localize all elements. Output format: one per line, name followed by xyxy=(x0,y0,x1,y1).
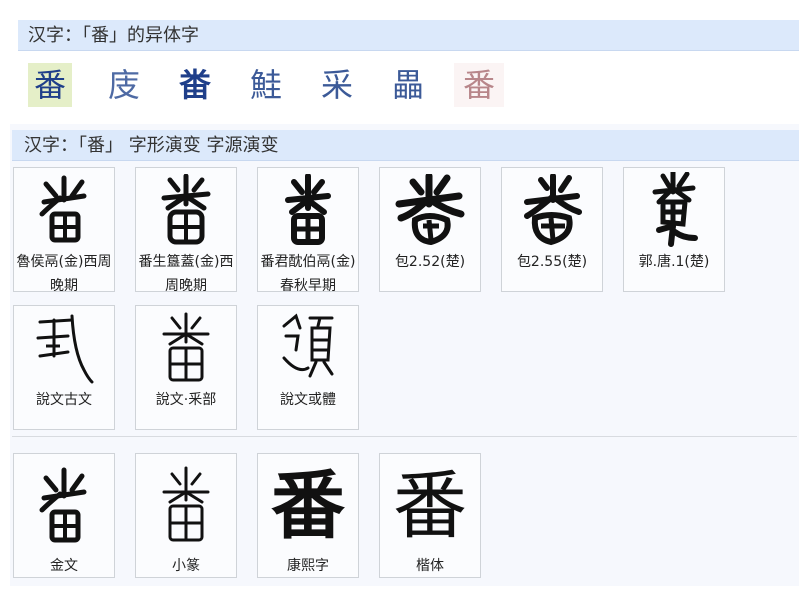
chu-bamboo-glyph-icon xyxy=(624,172,724,248)
glyph-card-label: 包2.55(楚) xyxy=(516,254,588,270)
glyph-card-label: 郭.唐.1(楚) xyxy=(638,254,710,270)
variant-list: 番 庋 畨 鮭 采 畾 番 xyxy=(28,62,525,108)
small-seal-glyph-icon xyxy=(136,460,236,552)
bronze-inscription-glyph-icon xyxy=(136,172,236,248)
glyph-card-label: 說文或體 xyxy=(280,392,336,408)
shuowen-ancient-glyph-icon xyxy=(14,310,114,386)
glyph-card[interactable]: 郭.唐.1(楚) xyxy=(623,167,725,292)
shuowen-variant-glyph-icon xyxy=(258,310,358,386)
glyph-card[interactable]: 說文古文 xyxy=(13,305,115,430)
glyph-card[interactable]: 包2.52(楚) xyxy=(379,167,481,292)
glyph-card[interactable]: 番生簋蓋(金)西周晚期 xyxy=(135,167,237,292)
evolution-row-scripts: 金文 小篆 番 康熙字 番 楷体 xyxy=(13,453,501,578)
variants-panel: 汉字：「番」的异体字 番 庋 畨 鮭 采 畾 番 xyxy=(10,10,799,118)
glyph-card-label: 說文·釆部 xyxy=(155,392,217,408)
variant-char-6[interactable]: 畾 xyxy=(383,63,433,107)
variant-char-1[interactable]: 番 xyxy=(28,63,72,107)
glyph-card-label: 包2.52(楚) xyxy=(394,254,466,270)
glyph-card[interactable]: 小篆 xyxy=(135,453,237,578)
shuowen-seal-glyph-icon xyxy=(136,310,236,386)
glyph-card[interactable]: 金文 xyxy=(13,453,115,578)
glyph-card[interactable]: 包2.55(楚) xyxy=(501,167,603,292)
variant-char-7[interactable]: 番 xyxy=(454,63,504,107)
glyph-card-label: 魯侯鬲(金)西周晚期 xyxy=(16,254,112,292)
glyph-card-label: 說文古文 xyxy=(36,392,92,408)
glyph-card-label: 番君酖伯鬲(金)春秋早期 xyxy=(260,254,356,292)
evolution-row-shuowen: 說文古文 說文·釆部 說文或體 xyxy=(13,305,379,430)
bronze-inscription-glyph-icon xyxy=(14,172,114,248)
glyph-card-label: 康熙字 xyxy=(287,558,329,574)
glyph-card[interactable]: 番君酖伯鬲(金)春秋早期 xyxy=(257,167,359,292)
glyph-card[interactable]: 說文或體 xyxy=(257,305,359,430)
section-divider xyxy=(12,436,797,437)
kaiti-glyph: 番 xyxy=(393,463,467,549)
glyph-card-label: 楷体 xyxy=(416,558,444,574)
bronze-script-glyph-icon xyxy=(14,460,114,552)
glyph-card-label: 番生簋蓋(金)西周晚期 xyxy=(138,254,234,292)
bronze-inscription-glyph-icon xyxy=(258,172,358,248)
evolution-panel: 汉字：「番」 字形演变 字源演变 魯侯鬲(金)西周晚期 番生簋蓋(金)西周晚期 … xyxy=(10,124,799,586)
variant-char-4[interactable]: 鮭 xyxy=(241,63,291,107)
variant-char-3[interactable]: 畨 xyxy=(170,63,220,107)
variant-char-2[interactable]: 庋 xyxy=(99,63,149,107)
chu-bamboo-glyph-icon xyxy=(380,172,480,248)
glyph-card[interactable]: 番 楷体 xyxy=(379,453,481,578)
glyph-card[interactable]: 說文·釆部 xyxy=(135,305,237,430)
evolution-header: 汉字：「番」 字形演变 字源演变 xyxy=(12,130,799,161)
glyph-card[interactable]: 魯侯鬲(金)西周晚期 xyxy=(13,167,115,292)
variant-char-5[interactable]: 采 xyxy=(312,63,362,107)
glyph-card-label: 小篆 xyxy=(172,558,200,574)
chu-bamboo-glyph-icon xyxy=(502,172,602,248)
variants-header: 汉字：「番」的异体字 xyxy=(18,20,799,51)
evolution-row-ancient: 魯侯鬲(金)西周晚期 番生簋蓋(金)西周晚期 番君酖伯鬲(金)春秋早期 包2.5… xyxy=(13,167,745,292)
kangxi-glyph: 番 xyxy=(271,463,345,549)
glyph-card[interactable]: 番 康熙字 xyxy=(257,453,359,578)
glyph-card-label: 金文 xyxy=(50,558,78,574)
